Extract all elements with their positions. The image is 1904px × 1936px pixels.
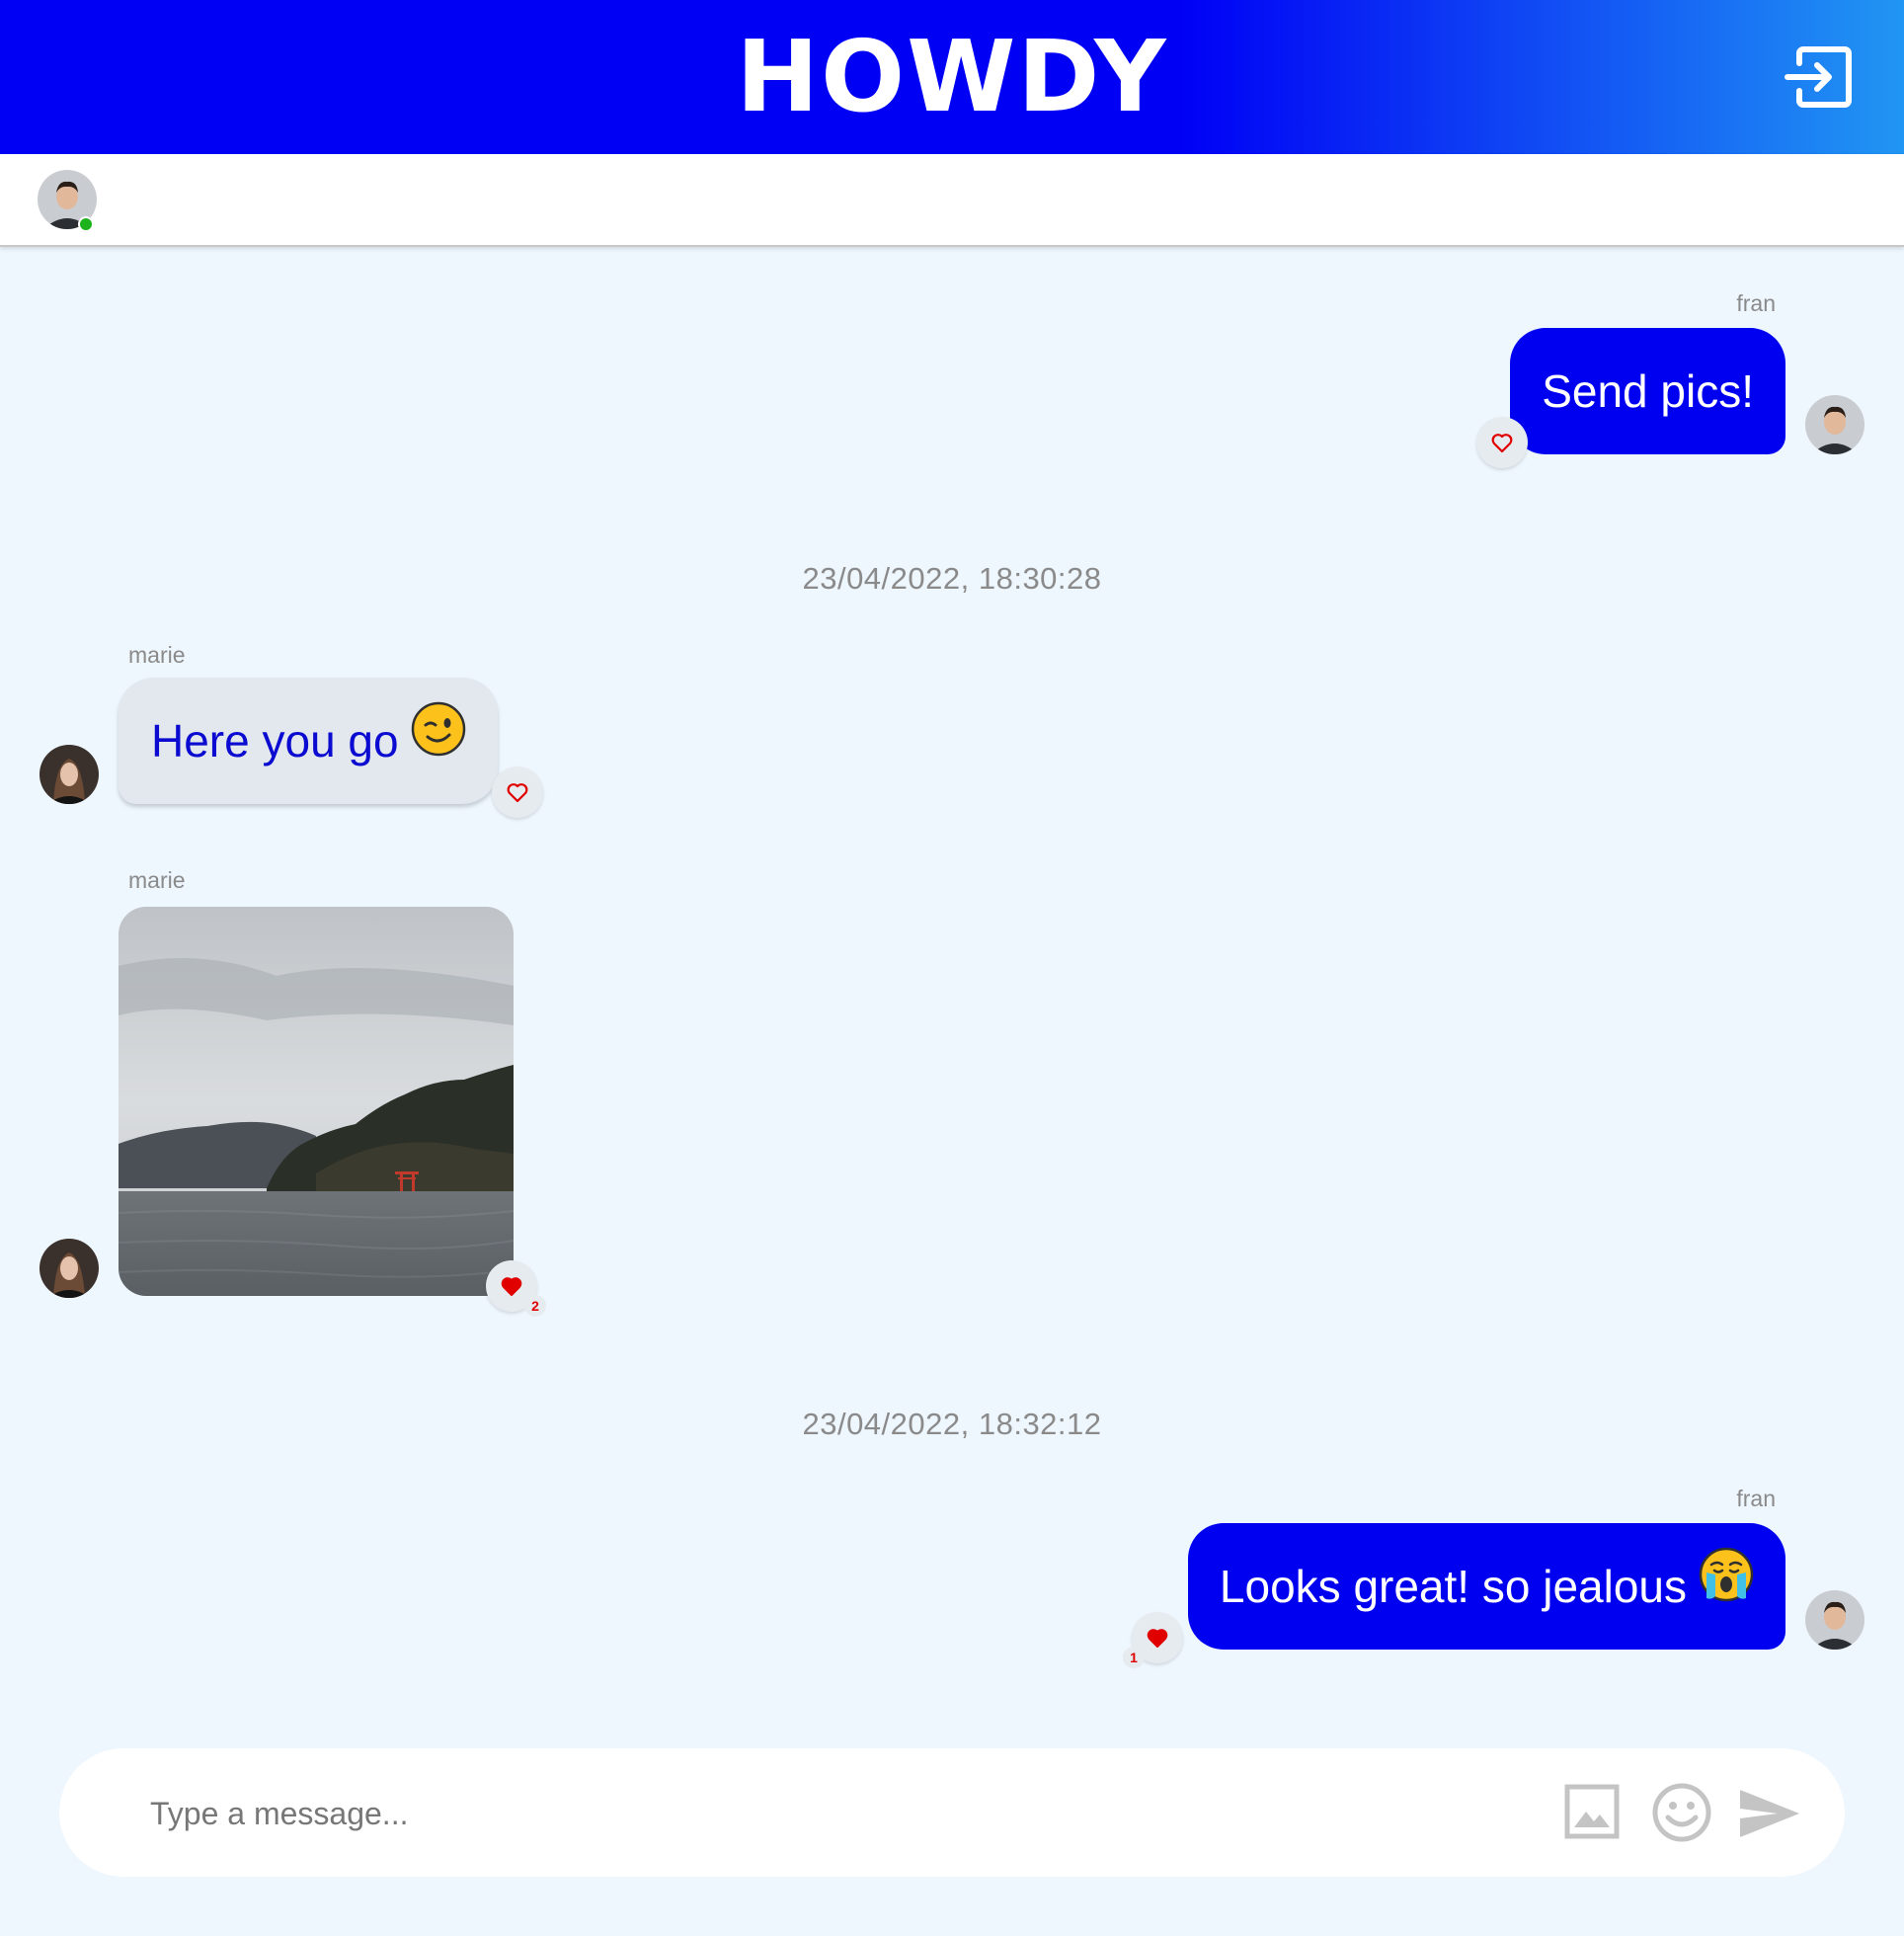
sender-name: marie bbox=[128, 867, 186, 893]
message-input[interactable] bbox=[148, 1776, 1288, 1851]
winking-face-emoji bbox=[411, 678, 466, 804]
sender-name: fran bbox=[1736, 290, 1776, 316]
message-text: Here you go bbox=[151, 715, 399, 766]
app-title: HOWDY bbox=[736, 19, 1168, 134]
message-text: Send pics! bbox=[1542, 365, 1754, 417]
like-count: 2 bbox=[524, 1295, 546, 1317]
send-button[interactable] bbox=[1738, 1786, 1801, 1846]
shared-photo[interactable] bbox=[119, 907, 514, 1296]
like-button[interactable] bbox=[492, 766, 543, 818]
sender-name: fran bbox=[1736, 1486, 1776, 1511]
attach-image-button[interactable] bbox=[1564, 1784, 1620, 1844]
fran-avatar bbox=[1805, 1590, 1864, 1650]
heart-filled-icon bbox=[1147, 1629, 1168, 1648]
incoming-message-bubble: Here you go bbox=[119, 678, 498, 804]
message-composer bbox=[59, 1748, 1845, 1877]
message-timestamp: 23/04/2022, 18:30:28 bbox=[802, 561, 1102, 596]
like-count: 1 bbox=[1123, 1647, 1145, 1668]
logout-button[interactable] bbox=[1782, 41, 1857, 113]
message-text: Looks great! so jealous bbox=[1219, 1561, 1687, 1612]
heart-outline-icon bbox=[1491, 434, 1513, 453]
logout-icon bbox=[1785, 46, 1852, 108]
crying-face-emoji bbox=[1699, 1523, 1754, 1650]
marie-avatar bbox=[40, 745, 99, 804]
message-timestamp: 23/04/2022, 18:32:12 bbox=[802, 1407, 1102, 1441]
marie-avatar bbox=[40, 1239, 99, 1298]
online-status-dot bbox=[78, 216, 94, 232]
outgoing-message-bubble: Looks great! so jealous bbox=[1187, 1523, 1785, 1650]
image-icon bbox=[1564, 1784, 1620, 1839]
app-header: HOWDY bbox=[0, 0, 1904, 154]
like-button[interactable] bbox=[1476, 417, 1528, 468]
emoji-icon bbox=[1652, 1783, 1711, 1842]
heart-filled-icon bbox=[501, 1277, 522, 1296]
sender-name: marie bbox=[128, 642, 186, 668]
heart-outline-icon bbox=[507, 783, 528, 803]
send-icon bbox=[1740, 1790, 1799, 1837]
outgoing-message-bubble: Send pics! bbox=[1510, 328, 1785, 454]
fran-avatar bbox=[1805, 395, 1864, 454]
current-user-bar bbox=[0, 154, 1904, 247]
emoji-picker-button[interactable] bbox=[1651, 1782, 1712, 1848]
